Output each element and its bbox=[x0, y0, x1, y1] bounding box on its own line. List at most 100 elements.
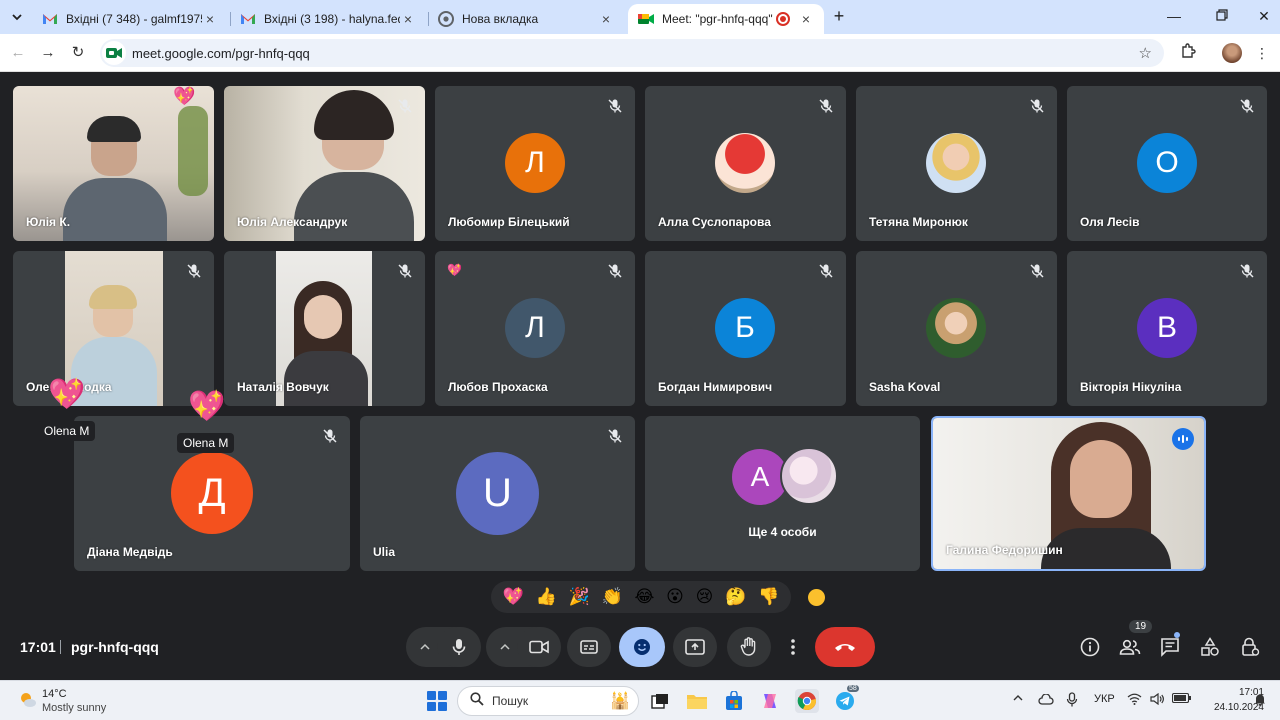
participant-name: Галина Федоришин bbox=[946, 543, 1063, 557]
participant-tile[interactable]: Алла Суслопарова bbox=[645, 86, 846, 241]
reaction-thumbs-up-button[interactable]: 👍 bbox=[536, 587, 557, 607]
participant-tile[interactable]: В Вікторія Нікуліна bbox=[1067, 251, 1267, 406]
copilot-button[interactable] bbox=[758, 689, 782, 713]
gmail-icon bbox=[42, 11, 58, 27]
video-feed-face bbox=[304, 295, 342, 339]
avatar-photo bbox=[780, 447, 838, 505]
reload-button[interactable]: ↻ bbox=[68, 43, 88, 63]
microphone-button[interactable] bbox=[437, 627, 481, 667]
send-reaction-button[interactable] bbox=[619, 627, 665, 667]
captions-button[interactable] bbox=[567, 627, 611, 667]
address-bar[interactable]: meet.google.com/pgr-hnfq-qqq ☆ bbox=[100, 39, 1164, 67]
participant-tile[interactable]: О Оля Лесів bbox=[1067, 86, 1267, 241]
participant-tile[interactable]: Юлія Александрук bbox=[224, 86, 425, 241]
avatar: U bbox=[456, 452, 539, 535]
participant-tile[interactable]: Оле… …лодка bbox=[13, 251, 214, 406]
reaction-surprised-button[interactable]: 😮 bbox=[666, 587, 684, 607]
raise-hand-button[interactable] bbox=[727, 627, 771, 667]
battery-icon[interactable] bbox=[1171, 692, 1192, 706]
reaction-heart-icon: 💖 bbox=[447, 263, 462, 277]
start-button[interactable] bbox=[427, 691, 447, 711]
tab-title: Вхідні (7 348) - galmf1975@gm bbox=[66, 12, 202, 26]
close-icon[interactable]: × bbox=[202, 11, 218, 27]
tab-gmail-2[interactable]: Вхідні (3 198) - halyna.fedorysh × bbox=[230, 4, 426, 34]
reactions-bar: 💖 👍 🎉 👏 😂 😮 😢 🤔 👎 bbox=[491, 581, 791, 613]
more-vert-icon bbox=[791, 639, 795, 655]
close-icon[interactable]: × bbox=[598, 11, 614, 27]
tab-search-button[interactable] bbox=[6, 6, 28, 28]
participant-tile-self[interactable]: Галина Федоришин bbox=[931, 416, 1206, 571]
chat-icon bbox=[1161, 638, 1179, 657]
new-tab-button[interactable]: + bbox=[830, 7, 848, 26]
bookmark-star-icon[interactable]: ☆ bbox=[1139, 44, 1152, 62]
participant-name: Sasha Koval bbox=[869, 380, 941, 394]
leave-call-button[interactable] bbox=[815, 627, 875, 667]
store-button[interactable] bbox=[722, 689, 746, 713]
camera-button[interactable] bbox=[517, 627, 561, 667]
meet-icon bbox=[638, 11, 654, 27]
participant-tile[interactable]: U Ulia bbox=[360, 416, 635, 571]
minimize-button[interactable]: — bbox=[1164, 8, 1184, 24]
participant-tile[interactable]: Sasha Koval bbox=[856, 251, 1057, 406]
participant-tile[interactable]: 💖 Л Любов Прохаска bbox=[435, 251, 635, 406]
more-options-button[interactable] bbox=[781, 627, 805, 667]
back-button[interactable]: ← bbox=[8, 43, 28, 63]
tab-new-tab[interactable]: Нова вкладка × bbox=[428, 4, 624, 34]
profile-avatar[interactable] bbox=[1222, 43, 1242, 63]
activities-button[interactable] bbox=[1199, 636, 1221, 658]
notification-bell-icon[interactable] bbox=[1254, 693, 1266, 709]
chrome-taskbar-button[interactable] bbox=[795, 689, 819, 713]
sun-cloud-icon[interactable] bbox=[18, 690, 38, 710]
people-icon bbox=[1119, 639, 1141, 655]
video-settings-button[interactable] bbox=[493, 627, 517, 667]
video-feed-body bbox=[284, 351, 368, 406]
reaction-clap-button[interactable]: 👏 bbox=[602, 587, 623, 607]
others-tile[interactable]: A Ще 4 особи bbox=[645, 416, 920, 571]
cloud-icon[interactable] bbox=[1038, 693, 1054, 708]
reaction-laugh-button[interactable]: 😂 bbox=[634, 587, 654, 607]
audio-settings-button[interactable] bbox=[413, 627, 437, 667]
restore-button[interactable] bbox=[1212, 8, 1232, 24]
participant-tile[interactable]: Тетяна Миронюк bbox=[856, 86, 1057, 241]
participant-tile[interactable]: 💖 Юлія К. bbox=[13, 86, 214, 241]
input-language[interactable]: УКР bbox=[1094, 693, 1115, 705]
wifi-icon[interactable] bbox=[1127, 693, 1142, 708]
reaction-thumbs-down-button[interactable]: 👎 bbox=[758, 587, 779, 607]
close-icon[interactable]: × bbox=[400, 11, 416, 27]
host-controls-button[interactable] bbox=[1239, 636, 1261, 658]
task-view-button[interactable] bbox=[648, 689, 672, 713]
tab-gmail-1[interactable]: Вхідні (7 348) - galmf1975@gm × bbox=[32, 4, 228, 34]
taskbar-search[interactable]: Пошук 🕌 bbox=[457, 686, 639, 716]
participant-tile[interactable]: Наталія Вовчук bbox=[224, 251, 425, 406]
site-info-icon[interactable] bbox=[102, 41, 126, 65]
chrome-menu-button[interactable]: ⋮ bbox=[1252, 43, 1272, 63]
extensions-button[interactable] bbox=[1178, 43, 1198, 63]
windows-taskbar: 14°C Mostly sunny Пошук 🕌 58 УКР 17:01 2… bbox=[0, 680, 1280, 720]
file-explorer-button[interactable] bbox=[685, 689, 709, 713]
present-button[interactable] bbox=[673, 627, 717, 667]
meeting-details-button[interactable] bbox=[1079, 636, 1101, 658]
chevron-up-icon bbox=[420, 643, 430, 650]
forward-button[interactable]: → bbox=[38, 43, 58, 63]
participant-name: Ulia bbox=[373, 545, 396, 559]
chevron-down-icon bbox=[12, 14, 22, 21]
mic-off-icon bbox=[608, 429, 622, 443]
participant-name: Юлія К. bbox=[26, 215, 71, 229]
reaction-thinking-button[interactable]: 🤔 bbox=[725, 587, 746, 607]
window-close-button[interactable]: ✕ bbox=[1254, 8, 1274, 25]
reaction-sad-button[interactable]: 😢 bbox=[696, 587, 714, 607]
close-icon[interactable]: × bbox=[798, 11, 814, 27]
tab-meet[interactable]: Meet: "pgr-hnfq-qqq" × bbox=[628, 4, 824, 34]
chevron-up-icon[interactable] bbox=[1013, 693, 1023, 705]
telegram-button[interactable]: 58 bbox=[833, 685, 859, 713]
volume-icon[interactable] bbox=[1150, 692, 1165, 708]
reaction-heart-button[interactable]: 💖 bbox=[503, 587, 524, 607]
mic-off-icon bbox=[819, 264, 833, 278]
participant-tile[interactable]: Б Богдан Нимирович bbox=[645, 251, 846, 406]
people-button[interactable] bbox=[1119, 636, 1141, 658]
microphone-tray-icon[interactable] bbox=[1066, 692, 1078, 711]
chat-button[interactable] bbox=[1159, 636, 1181, 658]
participant-tile[interactable]: Л Любомир Білецький bbox=[435, 86, 635, 241]
skin-tone-button[interactable] bbox=[808, 589, 825, 606]
reaction-party-button[interactable]: 🎉 bbox=[569, 587, 590, 607]
